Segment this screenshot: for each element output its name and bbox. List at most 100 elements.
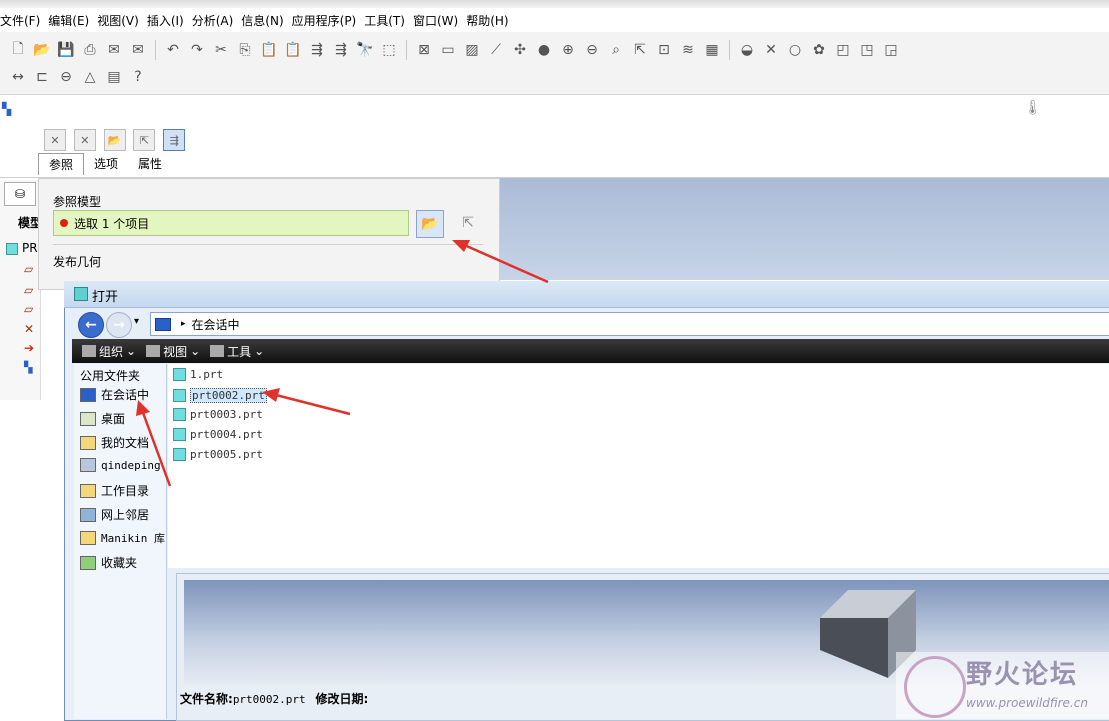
common-folders-header: 公用文件夹 bbox=[80, 369, 141, 383]
datum-curve-icon[interactable]: ⟋ bbox=[486, 40, 506, 60]
organize-menu[interactable]: 组织 ⌄ bbox=[82, 343, 136, 360]
select-box-icon[interactable]: ⬚ bbox=[379, 40, 399, 60]
undo-icon[interactable]: ↶ bbox=[163, 40, 183, 60]
send-mail-icon[interactable]: ✉ bbox=[104, 40, 124, 60]
zoom-in-icon[interactable]: ⊕ bbox=[558, 40, 578, 60]
sketch-icon[interactable]: ▨ bbox=[462, 40, 482, 60]
cut-icon[interactable]: ✂ bbox=[211, 40, 231, 60]
open-folder-icon[interactable]: 📂 bbox=[103, 129, 126, 151]
external-reference-icon[interactable]: ⇶ bbox=[163, 129, 186, 151]
sidebar-item-working-directory[interactable]: 工作目录 bbox=[80, 482, 149, 499]
print-icon[interactable]: ⎙ bbox=[80, 40, 100, 60]
model-tree-root[interactable]: PR bbox=[22, 241, 38, 255]
sidebar-item-favorites[interactable]: 收藏夹 bbox=[80, 554, 137, 571]
datum-axis-icon[interactable]: ✕ bbox=[761, 40, 781, 60]
paste-icon[interactable]: 📋 bbox=[259, 40, 279, 60]
secondary-toolbar: ↔ ⊏ ⊖ △ ▤ ? bbox=[8, 64, 148, 90]
table-icon[interactable]: ▤ bbox=[104, 67, 124, 87]
history-dropdown[interactable]: ▾ bbox=[134, 316, 139, 327]
file-name: prt0005.prt bbox=[190, 448, 263, 461]
hidden-line-icon[interactable]: ◳ bbox=[857, 40, 877, 60]
sidebar-item-desktop[interactable]: 桌面 bbox=[80, 410, 125, 427]
menu-info[interactable]: 信息(N) bbox=[241, 12, 291, 29]
datum-plane-icon: ▱ bbox=[24, 302, 34, 316]
coord-sys-icon: ✕ bbox=[24, 322, 35, 336]
forward-button[interactable]: → bbox=[106, 312, 132, 338]
window-icon[interactable]: ▭ bbox=[438, 40, 458, 60]
spin-center-icon[interactable]: ✣ bbox=[510, 40, 530, 60]
graphics-window[interactable] bbox=[500, 178, 1109, 280]
tools-menu[interactable]: 工具 ⌄ bbox=[210, 343, 264, 360]
open-file-icon[interactable]: 📂 bbox=[32, 40, 52, 60]
part-file-icon bbox=[173, 389, 186, 402]
menu-analysis[interactable]: 分析(A) bbox=[192, 12, 242, 29]
redo-icon[interactable]: ↷ bbox=[187, 40, 207, 60]
file-list[interactable] bbox=[168, 364, 1109, 568]
saved-views-icon[interactable]: ⊡ bbox=[654, 40, 674, 60]
save-icon[interactable]: 💾 bbox=[56, 40, 76, 60]
round-icon[interactable]: ⊖ bbox=[56, 67, 76, 87]
reference-model-collector[interactable]: 选取 1 个项目 bbox=[53, 210, 409, 236]
tab-properties[interactable]: 属性 bbox=[128, 153, 172, 175]
address-bar[interactable]: ▸ 在会话中 bbox=[150, 312, 1109, 336]
close-window-icon[interactable]: ⊠ bbox=[414, 40, 434, 60]
draft-icon[interactable]: △ bbox=[80, 67, 100, 87]
toolbar-separator bbox=[155, 40, 156, 60]
reference-model-label: 参照模型 bbox=[53, 195, 102, 209]
menu-file[interactable]: 文件(F) bbox=[0, 12, 48, 29]
no-hidden-icon[interactable]: ◲ bbox=[881, 40, 901, 60]
file-item[interactable]: prt0003.prt bbox=[173, 408, 263, 421]
shading-icon[interactable]: ● bbox=[534, 40, 554, 60]
zoom-out-icon[interactable]: ⊖ bbox=[582, 40, 602, 60]
select-model-button[interactable]: ⇱ bbox=[456, 212, 480, 234]
sidebar-item-computer[interactable]: qindeping bbox=[80, 458, 161, 472]
cancel-icon[interactable]: ✕ bbox=[73, 129, 96, 151]
menu-help[interactable]: 帮助(H) bbox=[466, 12, 516, 29]
hole-icon[interactable]: ⊏ bbox=[32, 67, 52, 87]
back-button[interactable]: ← bbox=[78, 312, 104, 338]
coord-sys-icon[interactable]: ✿ bbox=[809, 40, 829, 60]
reorient-icon[interactable]: ⇱ bbox=[630, 40, 650, 60]
regenerate-manager-icon[interactable]: ⇶ bbox=[331, 40, 351, 60]
dimension-icon[interactable]: ↔ bbox=[8, 67, 28, 87]
arrow-right-icon: → bbox=[113, 317, 125, 333]
copy-icon[interactable]: ⎘ bbox=[235, 40, 255, 60]
sidebar-item-in-session[interactable]: 在会话中 bbox=[80, 386, 149, 403]
view-manager-icon[interactable]: ▦ bbox=[702, 40, 722, 60]
file-item-selected[interactable]: prt0002.prt bbox=[173, 388, 267, 403]
sidebar-item-network[interactable]: 网上邻居 bbox=[80, 506, 149, 523]
menu-tools[interactable]: 工具(T) bbox=[364, 12, 413, 29]
display-style-icon[interactable]: ◒ bbox=[737, 40, 757, 60]
refit-icon[interactable]: ⌕ bbox=[606, 40, 626, 60]
whats-this-icon[interactable]: ? bbox=[128, 67, 148, 87]
menu-window[interactable]: 窗口(W) bbox=[413, 12, 466, 29]
find-icon[interactable]: 🔭 bbox=[355, 40, 375, 60]
window-top-strip bbox=[0, 0, 1109, 8]
tab-references[interactable]: 参照 bbox=[38, 153, 85, 175]
wireframe-icon[interactable]: ◰ bbox=[833, 40, 853, 60]
menu-edit[interactable]: 编辑(E) bbox=[48, 12, 97, 29]
file-item[interactable]: prt0005.prt bbox=[173, 448, 263, 461]
file-item[interactable]: 1.prt bbox=[173, 368, 223, 381]
datum-point-icon[interactable]: ○ bbox=[785, 40, 805, 60]
menu-applications[interactable]: 应用程序(P) bbox=[292, 12, 365, 29]
datum-plane-icon: ▱ bbox=[24, 262, 34, 276]
pause-icon[interactable]: ✕ bbox=[44, 129, 66, 151]
copy-geometry-icon[interactable]: ⇱ bbox=[133, 129, 156, 151]
tab-options[interactable]: 选项 bbox=[84, 153, 128, 175]
dialog-title-bar bbox=[64, 281, 1109, 308]
sidebar-item-manikin-library[interactable]: Manikin 库 bbox=[80, 530, 165, 546]
sidebar-item-my-documents[interactable]: 我的文档 bbox=[80, 434, 149, 451]
regenerate-icon[interactable]: ⇶ bbox=[307, 40, 327, 60]
view-menu[interactable]: 视图 ⌄ bbox=[146, 343, 200, 360]
open-reference-model-button[interactable]: 📂 bbox=[416, 210, 444, 238]
file-item[interactable]: prt0004.prt bbox=[173, 428, 263, 441]
layers-icon[interactable]: ≋ bbox=[678, 40, 698, 60]
paste-special-icon[interactable]: 📋 bbox=[283, 40, 303, 60]
model-tree-tab-icon[interactable]: ⛁ bbox=[4, 182, 36, 206]
menu-insert[interactable]: 插入(I) bbox=[147, 12, 192, 29]
dialog-title: 打开 bbox=[92, 290, 119, 305]
mail-link-icon[interactable]: ✉ bbox=[128, 40, 148, 60]
menu-view[interactable]: 视图(V) bbox=[97, 12, 147, 29]
new-file-icon[interactable]: 🗋 bbox=[8, 40, 28, 60]
